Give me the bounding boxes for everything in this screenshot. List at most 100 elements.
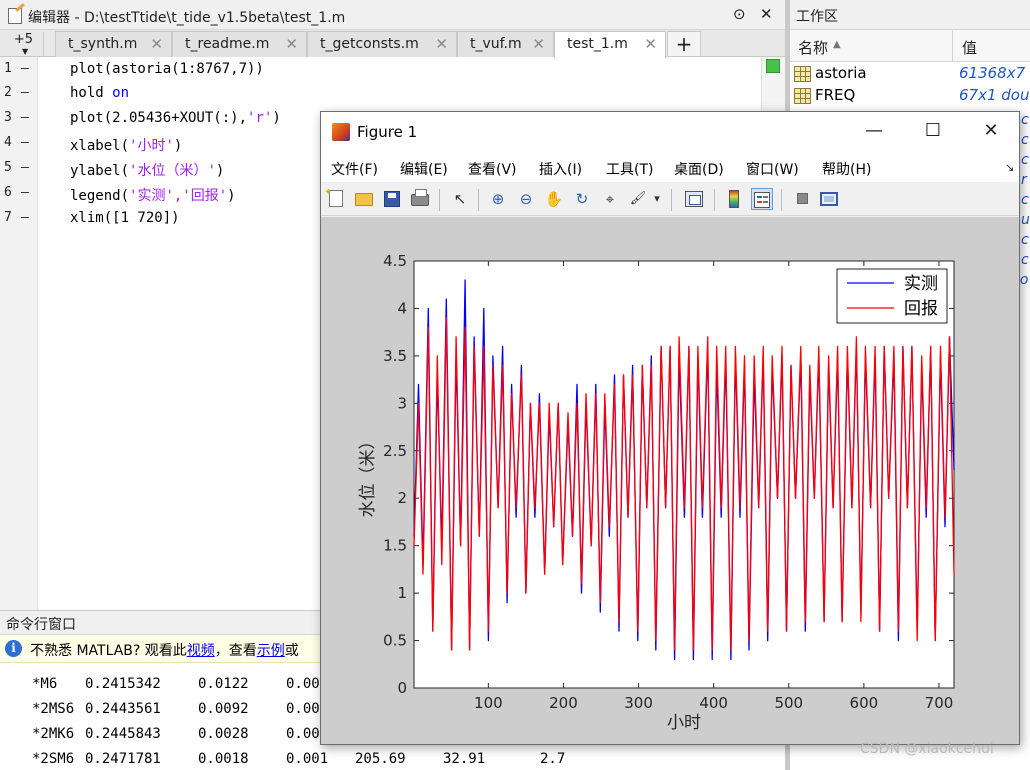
- menu-file[interactable]: 文件(F): [331, 159, 378, 179]
- breakpoint-marker[interactable]: –: [21, 110, 29, 125]
- insert-legend-button[interactable]: [751, 188, 773, 210]
- line-number: 6: [4, 185, 12, 200]
- brush-button[interactable]: 🖌: [627, 188, 649, 210]
- workspace-value-fragment: c: [1021, 192, 1029, 208]
- dock-figure-icon[interactable]: ↘: [1005, 161, 1014, 174]
- zoom-in-button[interactable]: ⊕: [487, 188, 509, 210]
- legend[interactable]: 实测 回报: [836, 268, 948, 324]
- pan-button[interactable]: ✋: [543, 188, 565, 210]
- editor-titlebar: 编辑器 - D:\testTtide\t_tide_v1.5beta\test_…: [0, 0, 785, 30]
- examples-link[interactable]: 示例: [257, 643, 285, 659]
- line-number: 2: [4, 85, 12, 100]
- open-file-button[interactable]: [353, 188, 375, 210]
- code-line[interactable]: 1 – plot(astoria(1:8767,7)): [0, 58, 760, 82]
- menu-insert[interactable]: 插入(I): [539, 159, 582, 179]
- matrix-variable-icon: [794, 66, 811, 82]
- code-line[interactable]: 2 – hold on: [0, 82, 760, 106]
- tab-close-icon[interactable]: ✕: [150, 35, 163, 53]
- brush-dropdown-icon[interactable]: ▾: [651, 188, 663, 210]
- column-header-name[interactable]: 名称: [798, 37, 828, 58]
- tide-freq: 0.2471781: [85, 751, 161, 767]
- close-button[interactable]: ✕: [976, 120, 1006, 141]
- tide-chart[interactable]: 0 0.5 1 1.5 2 2.5 3 3.5 4 4.5 100 200 300 400 500 600 7…: [321, 217, 1019, 744]
- data-cursor-button[interactable]: ⌖: [599, 188, 621, 210]
- editor-title: 编辑器 - D:\testTtide\t_tide_v1.5beta\test_…: [28, 10, 346, 26]
- new-figure-button[interactable]: [324, 182, 347, 210]
- sort-ascending-icon[interactable]: ▲: [833, 39, 841, 50]
- tide-name: *2MK6: [32, 726, 75, 742]
- matlab-desktop: 编辑器 - D:\testTtide\t_tide_v1.5beta\test_…: [0, 0, 1030, 770]
- string-literal: '小时': [129, 138, 174, 154]
- variable-name: FREQ: [815, 86, 856, 104]
- rotate-3d-button[interactable]: ↻: [571, 188, 593, 210]
- menu-view[interactable]: 查看(V): [468, 159, 517, 179]
- menu-help[interactable]: 帮助(H): [822, 159, 871, 179]
- edit-plot-button[interactable]: ↖: [449, 188, 471, 210]
- video-link[interactable]: 视频: [187, 643, 215, 659]
- tide-phase: 205.69: [355, 751, 406, 767]
- x-tick-label: 100: [474, 694, 503, 712]
- tab-t-synth[interactable]: t_synth.m ✕: [55, 31, 172, 57]
- toolbar-separator: [781, 189, 782, 211]
- breakpoint-marker[interactable]: –: [21, 135, 29, 150]
- menu-window[interactable]: 窗口(W): [746, 159, 799, 179]
- column-divider[interactable]: [952, 30, 953, 62]
- add-tab-button[interactable]: +: [667, 31, 701, 57]
- menu-desktop[interactable]: 桌面(D): [674, 159, 724, 179]
- link-plot-icon: [685, 191, 703, 207]
- panel-actions-icon[interactable]: ⊙: [733, 5, 746, 23]
- tab-t-readme[interactable]: t_readme.m ✕: [172, 31, 307, 57]
- y-tick-label: 2: [397, 489, 407, 507]
- hide-plot-tools-button[interactable]: [791, 188, 813, 210]
- x-tick-label: 400: [699, 694, 728, 712]
- zoom-out-button[interactable]: ⊖: [515, 188, 537, 210]
- menu-edit[interactable]: 编辑(E): [400, 159, 448, 179]
- tab-t-getconsts[interactable]: t_getconsts.m ✕: [307, 31, 457, 57]
- tab-label: t_vuf.m: [470, 36, 522, 52]
- breakpoint-marker[interactable]: –: [21, 85, 29, 100]
- new-file-icon: [324, 182, 343, 207]
- tab-close-icon[interactable]: ✕: [532, 35, 545, 53]
- insert-colorbar-button[interactable]: [723, 188, 745, 210]
- tab-test-1[interactable]: test_1.m ✕: [554, 31, 666, 58]
- tide-name: *2MS6: [32, 701, 75, 717]
- breakpoint-marker[interactable]: –: [21, 185, 29, 200]
- y-tick-label: 3: [397, 394, 407, 412]
- link-plot-button[interactable]: [683, 188, 705, 210]
- x-tick-label: 300: [624, 694, 653, 712]
- minimize-button[interactable]: —: [859, 120, 889, 141]
- code-analyzer-status-icon[interactable]: [766, 59, 780, 73]
- breakpoint-marker[interactable]: –: [21, 160, 29, 175]
- y-tick-label: 2.5: [383, 442, 407, 460]
- show-plot-tools-button[interactable]: [818, 188, 840, 210]
- legend-label-hindcast: 回报: [904, 299, 938, 319]
- workspace-value-fragment: u: [1021, 212, 1030, 228]
- tide-amp-err: 0.001: [286, 751, 329, 767]
- figure-titlebar[interactable]: Figure 1 — ☐ ✕: [321, 112, 1019, 152]
- maximize-button[interactable]: ☐: [918, 120, 948, 141]
- tab-close-icon[interactable]: ✕: [644, 35, 657, 53]
- variable-value: 67x1 doub: [959, 86, 1030, 104]
- breakpoint-marker[interactable]: –: [21, 61, 29, 76]
- breakpoint-marker[interactable]: –: [21, 210, 29, 225]
- save-figure-button[interactable]: [381, 188, 403, 210]
- workspace-table-header: 名称 ▲ 值: [790, 30, 1030, 62]
- tab-overflow-button[interactable]: +5 ▼: [4, 32, 44, 56]
- print-figure-button[interactable]: [409, 188, 431, 210]
- figure-window[interactable]: Figure 1 — ☐ ✕ 文件(F) 编辑(E) 查看(V) 插入(I) 工…: [320, 111, 1020, 745]
- line-number: 3: [4, 110, 12, 125]
- figure-menubar: 文件(F) 编辑(E) 查看(V) 插入(I) 工具(T) 桌面(D) 窗口(W…: [321, 152, 1019, 182]
- tab-close-icon[interactable]: ✕: [435, 35, 448, 53]
- menu-tools[interactable]: 工具(T): [606, 159, 653, 179]
- workspace-variable-row[interactable]: FREQ 67x1 doub: [790, 85, 1030, 107]
- y-tick-label: 0: [397, 679, 407, 697]
- editor-close-icon[interactable]: ✕: [760, 5, 773, 23]
- tab-t-vuf[interactable]: t_vuf.m ✕: [457, 31, 554, 57]
- toolbar-separator: [714, 189, 715, 211]
- figure-canvas[interactable]: 0 0.5 1 1.5 2 2.5 3 3.5 4 4.5 100 200 300 400 500 600 7…: [321, 217, 1019, 744]
- workspace-variable-row[interactable]: astoria 61368x7 d: [790, 63, 1030, 85]
- x-tick-label: 500: [774, 694, 803, 712]
- column-header-value[interactable]: 值: [962, 37, 977, 58]
- tab-close-icon[interactable]: ✕: [285, 35, 298, 53]
- keyword: on: [112, 85, 130, 101]
